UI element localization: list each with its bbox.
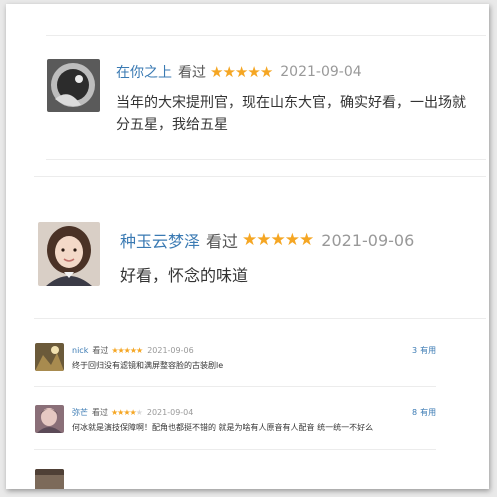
avatar[interactable] [38,222,100,286]
rating-stars: ★★★★★ [210,63,273,81]
review-date: 2021-09-04 [146,408,194,417]
username-link[interactable]: 弥芒 [72,407,88,418]
review-comment-continued: 分五星，我给五星 [116,117,228,133]
watch-status: 看过 [206,232,239,251]
review-date: 2021-09-06 [321,230,415,250]
useful-count: 3 [412,346,418,355]
useful-vote-button[interactable]: 3 有用 [412,345,436,356]
review-comment: 何冰就是演技保障啊！配角也都挺不错的 就是为啥有人原音有人配音 统一统一不好么 [72,423,374,432]
rating-stars: ★★★★★ [111,346,143,355]
avatar[interactable] [47,59,100,112]
divider [34,176,486,177]
star-icon: ★ [222,63,235,81]
useful-count: 8 [412,408,418,417]
useful-vote-button[interactable]: 8 有用 [412,407,436,418]
review-meta: 弥芒 看过 ★★★★★ 2021-09-04 [72,407,193,418]
star-empty-icon: ★ [135,408,143,417]
star-icon: ★ [247,63,260,81]
star-icon: ★ [270,230,286,250]
star-icon: ★ [259,63,273,81]
divider [34,386,436,387]
divider [46,35,486,36]
username-link[interactable]: 种玉云梦泽 [120,228,200,252]
review-meta: nick 看过 ★★★★★ 2021-09-06 [72,345,194,356]
review-comment: 当年的大宋提刑官，现在山东大官，确实好看，一出场就 [116,95,466,111]
watch-status: 看过 [92,346,109,355]
useful-label: 有用 [420,346,437,355]
star-icon: ★ [234,63,248,81]
star-icon: ★ [136,346,143,355]
review-meta: 种玉云梦泽 看过 ★★★★★ 2021-09-06 [120,228,414,252]
review-comment: 好看，怀念的味道 [120,266,249,285]
username-link[interactable]: 在你之上 [116,62,172,82]
star-icon: ★ [256,230,271,250]
review-list-screenshot: 在你之上 看过 ★★★★★ 2021-09-04 当年的大宋提刑官，现在山东大官… [6,4,489,489]
watch-status: 看过 [92,408,108,417]
watch-status: 看过 [178,65,206,81]
star-icon: ★ [284,230,300,250]
avatar[interactable] [35,405,64,433]
review-date: 2021-09-04 [280,64,362,80]
review-comment: 终于回归没有滤镜和满屏整容脸的古装剧le [72,361,224,370]
avatar[interactable] [35,343,64,371]
username-link[interactable]: nick [72,346,88,355]
divider [34,318,486,319]
divider [34,449,436,450]
useful-label: 有用 [420,408,437,417]
divider [46,159,486,160]
star-icon: ★ [242,230,257,250]
star-icon: ★ [299,230,314,250]
rating-stars: ★★★★★ [111,408,143,417]
review-date: 2021-09-06 [147,346,194,355]
review-meta: 在你之上 看过 ★★★★★ 2021-09-04 [116,62,362,82]
avatar[interactable] [35,469,64,489]
star-icon: ★ [210,63,223,81]
rating-stars: ★★★★★ [242,230,314,250]
